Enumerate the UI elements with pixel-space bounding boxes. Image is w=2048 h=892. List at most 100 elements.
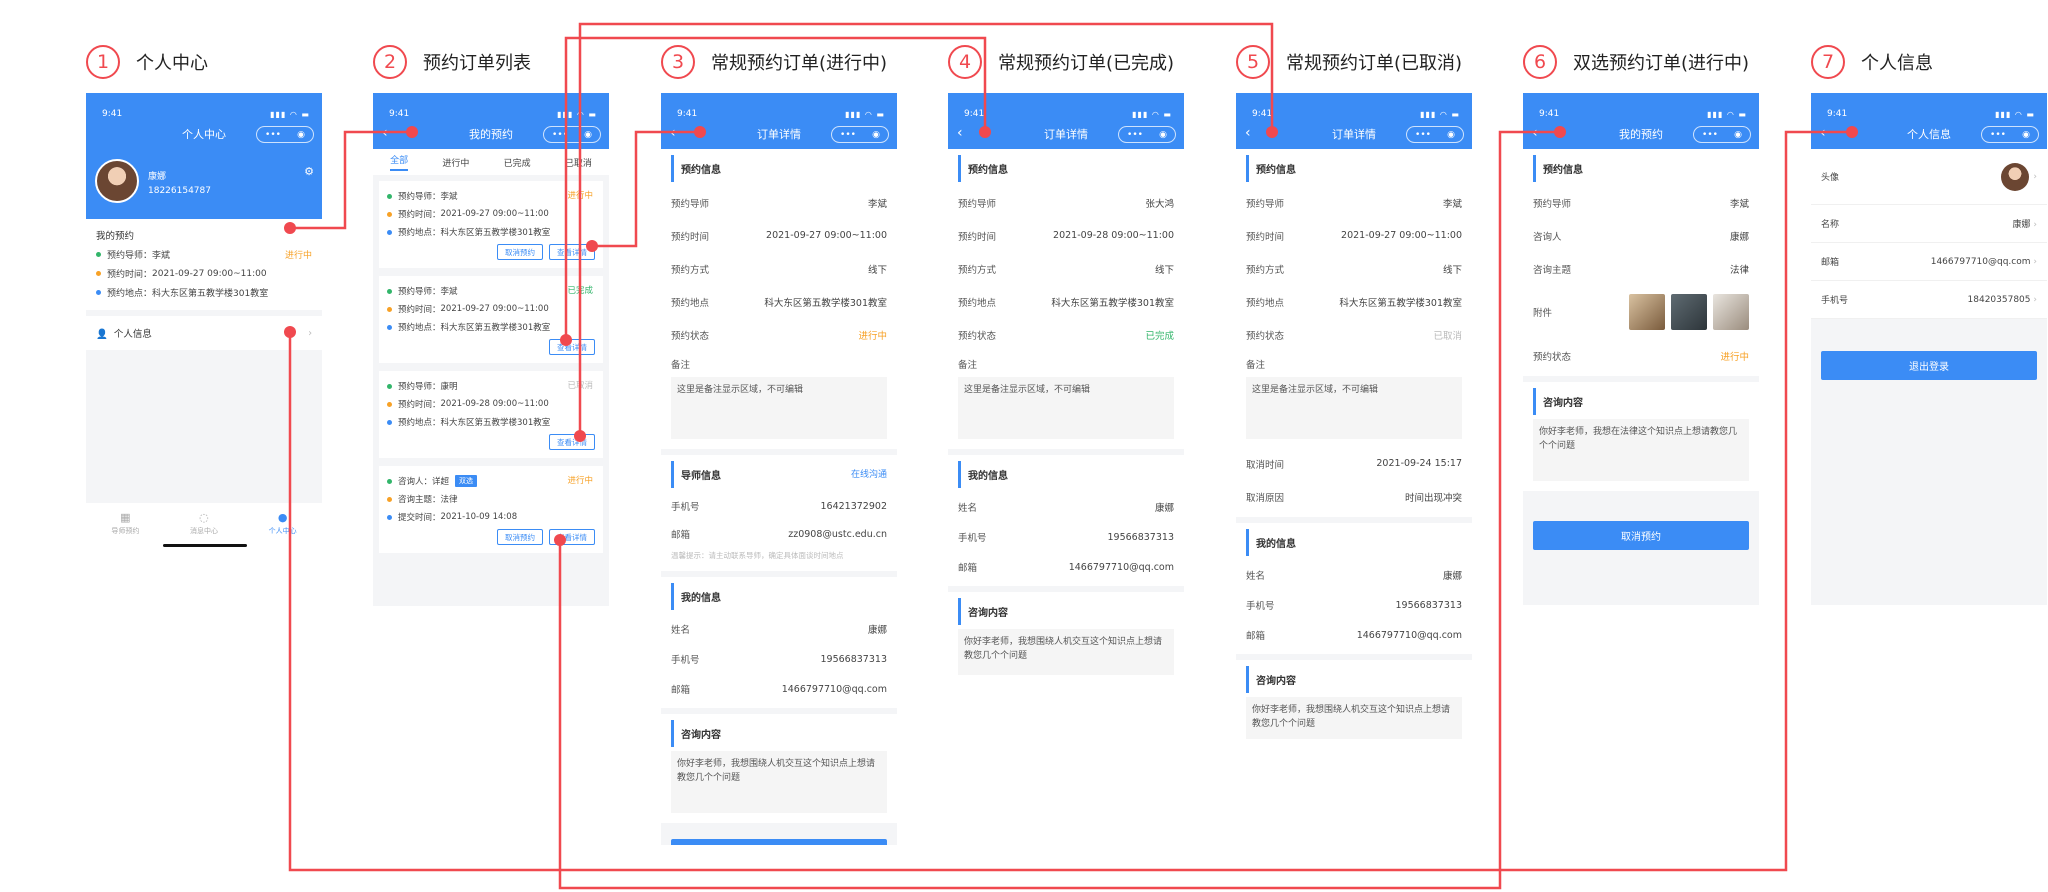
screen-heading-5: 5 常规预约订单(已取消) (1236, 44, 1462, 80)
signal-wifi-battery-icon: ▮▮▮ ◠ ▬ (1132, 110, 1172, 119)
nav-title: 个人信息 (1907, 128, 1951, 141)
status-badge: 已完成 (567, 286, 593, 296)
back-icon[interactable]: ‹ (670, 125, 676, 141)
target-icon[interactable]: ◉ (2022, 130, 2030, 140)
nav-title: 我的预约 (469, 128, 513, 141)
back-icon[interactable]: ‹ (382, 125, 388, 141)
attachment-image[interactable] (1713, 294, 1749, 330)
order-card-dual[interactable]: 进行中 咨询人： 详超 双选 咨询主题： 法律 提交时间： 2021-10-09 14:… (379, 466, 603, 553)
view-details-button[interactable]: 查看详情 (549, 244, 595, 260)
more-icon[interactable]: ••• (265, 130, 281, 140)
step-number: 3 (661, 45, 695, 79)
cancel-appointment-button[interactable]: 取消预约 (671, 839, 887, 845)
view-details-button[interactable]: 查看详情 (549, 529, 595, 545)
more-icon[interactable]: ••• (840, 130, 856, 140)
nav-title: 我的预约 (1619, 128, 1663, 141)
tab-mentor-booking[interactable]: ▦ 导师预约 (111, 503, 139, 553)
mini-program-capsule[interactable]: ••• ◉ (256, 126, 314, 143)
more-icon[interactable]: ••• (552, 130, 568, 140)
attachment-image[interactable] (1629, 294, 1665, 330)
target-icon[interactable]: ◉ (1734, 130, 1742, 140)
top-bar: 9:41 ▮▮▮ ◠ ▬ ‹ 订单详情 ••• ◉ (661, 93, 897, 149)
mini-program-capsule[interactable]: ••• ◉ (1693, 126, 1751, 143)
mini-program-capsule[interactable]: ••• ◉ (831, 126, 889, 143)
signal-wifi-battery-icon: ▮▮▮ ◠ ▬ (1707, 110, 1747, 119)
mini-program-capsule[interactable]: ••• ◉ (1118, 126, 1176, 143)
email-row[interactable]: 邮箱 1466797710@qq.com › (1811, 243, 2047, 281)
chevron-right-icon: › (2033, 220, 2037, 230)
screen-order-cancelled: 9:41 ▮▮▮ ◠ ▬ ‹ 订单详情 ••• ◉ 预约信息 预约导师 李斌 预约时间… (1236, 93, 1472, 739)
message-icon: ◌ (199, 511, 209, 524)
step-number: 5 (1236, 45, 1270, 79)
consult-content: 咨询内容 你好李老师，我想围绕人机交互这个知识点上想请教您几个个问题 (661, 714, 897, 823)
tab-all[interactable]: 全部 (390, 153, 409, 171)
avatar-row[interactable]: 头像 › (1811, 149, 2047, 205)
nav-title: 订单详情 (1044, 128, 1088, 141)
nav-title: 订单详情 (757, 128, 801, 141)
cancel-appointment-button[interactable]: 取消预约 (1533, 521, 1749, 550)
mini-program-capsule[interactable]: ••• ◉ (543, 126, 601, 143)
target-icon[interactable]: ◉ (584, 130, 592, 140)
my-appointment-label: 我的预约 (96, 231, 135, 242)
cancel-button[interactable]: 取消预约 (497, 529, 543, 545)
mini-program-capsule[interactable]: ••• ◉ (1981, 126, 2039, 143)
target-icon[interactable]: ◉ (1447, 130, 1455, 140)
chevron-right-icon: › (2033, 294, 2037, 305)
back-icon[interactable]: ‹ (1820, 125, 1826, 141)
tab-done[interactable]: 已完成 (504, 156, 531, 169)
signal-wifi-battery-icon: ▮▮▮ ◠ ▬ (845, 110, 885, 119)
logout-button[interactable]: 退出登录 (1821, 351, 2037, 380)
online-chat-link[interactable]: 在线沟通 (851, 467, 887, 482)
flow-diagram: 1 个人中心 2 预约订单列表 3 常规预约订单(进行中) 4 常规预约订单(已… (0, 0, 2048, 892)
back-icon[interactable]: ‹ (1245, 125, 1251, 141)
attachment-image[interactable] (1671, 294, 1707, 330)
step-number: 7 (1811, 45, 1845, 79)
appointment-info: 预约信息 预约导师 李斌 预约时间 2021-09-27 09:00~11:00 预… (1236, 149, 1472, 517)
step-title: 常规预约订单(进行中) (711, 53, 888, 74)
phone-row[interactable]: 手机号 18420357805 › (1811, 281, 2047, 319)
step-number: 1 (86, 45, 120, 79)
tab-cancelled[interactable]: 已取消 (565, 156, 592, 169)
home-indicator (163, 544, 247, 547)
chevron-right-icon: › (2033, 256, 2037, 267)
profile-fields: 头像 › 名称 康娜 › 邮箱 1466797710@qq.com › 手机号 1842… (1811, 149, 2047, 319)
settings-icon[interactable]: ⚙ (304, 165, 314, 178)
view-details-button[interactable]: 查看详情 (549, 339, 595, 355)
screen-heading-3: 3 常规预约订单(进行中) (661, 44, 887, 80)
attachment-thumbnails (1629, 294, 1749, 330)
order-card-done[interactable]: 已完成 预约导师： 李斌 预约时间： 2021-09-27 09:00~11:00 … (379, 276, 603, 363)
consult-content: 咨询内容 你好李老师，我想在法律这个知识点上想请教您几个个问题 (1523, 382, 1759, 491)
appointment-info: 预约信息 预约导师 张大鸿 预约时间 2021-09-28 09:00~11:00 … (948, 149, 1184, 449)
signal-wifi-battery-icon: ▮▮▮ ◠ ▬ (557, 110, 597, 119)
step-number: 4 (948, 45, 982, 79)
more-icon[interactable]: ••• (1702, 130, 1718, 140)
status-badge: 已取消 (567, 381, 593, 391)
more-icon[interactable]: ••• (1990, 130, 2006, 140)
target-icon[interactable]: ◉ (872, 130, 880, 140)
tab-ongoing[interactable]: 进行中 (442, 156, 469, 169)
status-tabs: 全部 进行中 已完成 已取消 (373, 149, 609, 175)
cancel-button[interactable]: 取消预约 (497, 244, 543, 260)
personal-info-row[interactable]: 👤 个人信息 › (86, 316, 322, 350)
top-bar: 9:41 ▮▮▮ ◠ ▬ 个人中心 ••• ◉ (86, 93, 322, 149)
signal-wifi-battery-icon: ▮▮▮ ◠ ▬ (1420, 110, 1460, 119)
back-icon[interactable]: ‹ (957, 125, 963, 141)
my-appointment-card[interactable]: 我的预约 预约导师： 李斌 进行中 预约时间： 2021-09-27 09:00~1… (86, 219, 322, 310)
target-icon[interactable]: ◉ (1159, 130, 1167, 140)
mini-program-capsule[interactable]: ••• ◉ (1406, 126, 1464, 143)
more-icon[interactable]: ••• (1415, 130, 1431, 140)
chevron-right-icon: › (308, 327, 312, 339)
tab-personal-center[interactable]: ● 个人中心 (269, 503, 297, 553)
name-row[interactable]: 名称 康娜 › (1811, 205, 2047, 243)
view-details-button[interactable]: 查看详情 (549, 434, 595, 450)
status-badge: 进行中 (858, 330, 887, 342)
my-info: 我的信息 姓名 康娜 手机号 19566837313 邮箱 1466797710@qq… (1236, 523, 1472, 654)
target-icon[interactable]: ◉ (297, 130, 305, 140)
more-icon[interactable]: ••• (1127, 130, 1143, 140)
order-card-ongoing[interactable]: 进行中 预约导师： 李斌 预约时间： 2021-09-27 09:00~11:00 … (379, 181, 603, 268)
order-card-cancelled[interactable]: 已取消 预约导师： 康明 预约时间： 2021-09-28 09:00~11:00 … (379, 371, 603, 458)
back-icon[interactable]: ‹ (1532, 125, 1538, 141)
screen-personal-center: 9:41 ▮▮▮ ◠ ▬ 个人中心 ••• ◉ 康娜 18226154787 ⚙ 我… (86, 93, 322, 553)
appointment-info: 预约信息 预约导师 李斌 预约时间 2021-09-27 09:00~11:00 预… (661, 149, 897, 449)
screen-order-ongoing: 9:41 ▮▮▮ ◠ ▬ ‹ 订单详情 ••• ◉ 预约信息 预约导师 李斌 预约时间… (661, 93, 897, 845)
